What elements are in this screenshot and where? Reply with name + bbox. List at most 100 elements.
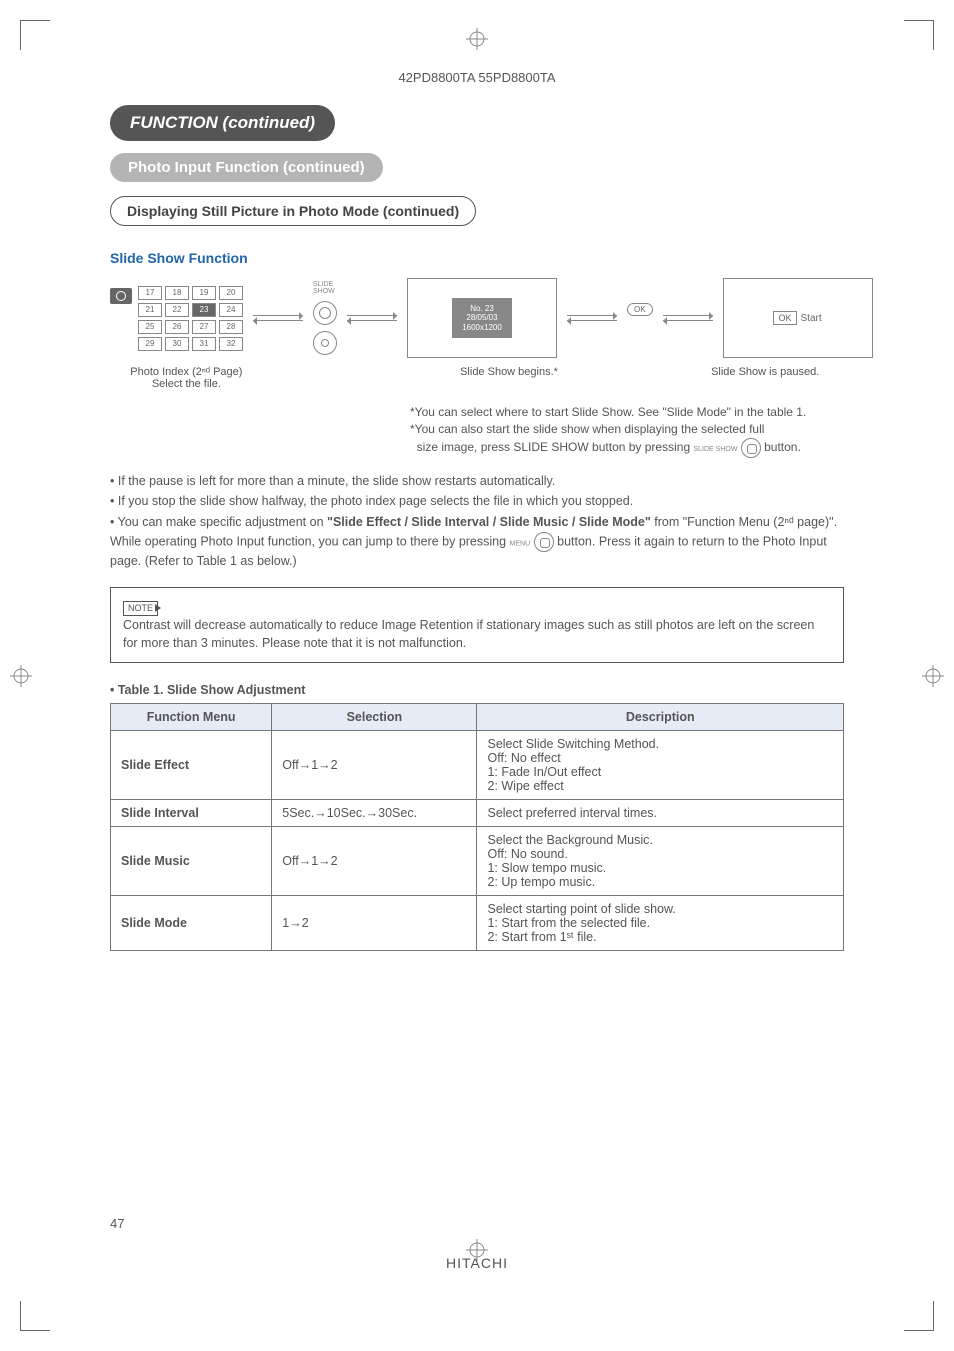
content-area: FUNCTION (continued) Photo Input Functio… [55,85,899,951]
arrow-right-icon [347,315,397,316]
thumb: 26 [165,320,189,334]
arrow-right-icon [663,315,713,316]
slide-show-button-label: SLIDE SHOW [313,281,337,295]
arrow-pair [253,315,303,321]
arrow-left-icon [663,320,713,321]
side-notes: *You can select where to start Slide Sho… [410,404,844,458]
arrow-pair [567,315,617,321]
ok-button-icon: OK [627,303,653,316]
thumb: 25 [138,320,162,334]
cropmark-tl [20,20,50,50]
bullet-3: • You can make specific adjustment on "S… [110,513,844,571]
side-note-3: size image, press SLIDE SHOW button by p… [410,438,844,458]
note-text: Contrast will decrease automatically to … [123,618,814,650]
thumb: 22 [165,303,189,317]
ok-start-button: OK [773,311,796,325]
cell-sel: 1→2 [272,895,477,950]
back-button-icon [313,331,337,355]
thumb: 31 [192,337,216,351]
paused-caption: Slide Show is paused. [686,366,844,390]
table-body: Slide Effect Off→1→2 Select Slide Switch… [111,730,844,950]
slide-info-res: 1600x1200 [456,323,508,333]
pause-screen: OK Start [723,278,873,358]
section-photo-title: Photo Input Function (continued) [110,153,383,182]
thumb: 20 [219,286,243,300]
page-number: 47 [110,1216,124,1231]
cell-desc: Select preferred interval times. [477,799,844,826]
slide-screen: No. 23 28/05/03 1600x1200 [407,278,557,358]
photo-index-caption-1: Photo Index (2ⁿᵈ Page) [110,366,263,378]
cell-fn: Slide Mode [111,895,272,950]
note-box: NOTE Contrast will decrease automaticall… [110,587,844,663]
cell-fn: Slide Interval [111,799,272,826]
side-note-2: *You can also start the slide show when … [410,421,844,438]
section-function-title: FUNCTION (continued) [110,105,335,141]
adjustment-table: Function Menu Selection Description Slid… [110,703,844,951]
remote-buttons: SLIDE SHOW [313,281,337,355]
th-description: Description [477,703,844,730]
cell-fn: Slide Effect [111,730,272,799]
arrow-left-icon [347,320,397,321]
brand-footer: HITACHI [446,1255,508,1271]
thumbnail-grid: 17 18 19 20 21 22 23 24 25 26 27 28 29 3… [138,286,243,351]
photo-index-block: 17 18 19 20 21 22 23 24 25 26 27 28 29 3… [110,286,243,351]
cropmark-bl [20,1301,50,1331]
arrow-right-icon [567,315,617,316]
thumb: 18 [165,286,189,300]
cropmark-tr [904,20,934,50]
slide-show-button-icon [313,301,337,325]
thumb-selected: 23 [192,303,216,317]
cell-desc: Select Slide Switching Method. Off: No e… [477,730,844,799]
cell-fn: Slide Music [111,826,272,895]
registration-mark-left [10,665,32,687]
note-tag: NOTE [123,601,158,616]
photo-index-caption-2: Select the file. [110,378,263,390]
slide-paused-block: OK Start [723,278,873,358]
table-header-row: Function Menu Selection Description [111,703,844,730]
thumb: 27 [192,320,216,334]
camera-icon [110,288,132,304]
thumb: 28 [219,320,243,334]
thumb: 21 [138,303,162,317]
bullet-1: • If the pause is left for more than a m… [110,472,844,491]
slide-info-date: 28/05/03 [456,313,508,323]
slide-show-function-heading: Slide Show Function [110,250,844,266]
arrow-left-icon [253,320,303,321]
cell-sel: Off→1→2 [272,730,477,799]
flow-diagram: 17 18 19 20 21 22 23 24 25 26 27 28 29 3… [110,278,844,358]
page: 42PD8800TA 55PD8800TA FUNCTION (continue… [0,0,954,1351]
arrow-left-icon [567,320,617,321]
table-row: Slide Interval 5Sec.→10Sec.→30Sec. Selec… [111,799,844,826]
th-selection: Selection [272,703,477,730]
table-row: Slide Effect Off→1→2 Select Slide Switch… [111,730,844,799]
menu-button-inline-icon [534,532,554,552]
thumb: 29 [138,337,162,351]
bullet-list: • If the pause is left for more than a m… [110,472,844,571]
slide-show-button-inline-icon [741,438,761,458]
arrow-pair [347,315,397,321]
start-text: Start [801,313,822,324]
cell-desc: Select starting point of slide show. 1: … [477,895,844,950]
slide-info-overlay: No. 23 28/05/03 1600x1200 [452,298,512,339]
th-function-menu: Function Menu [111,703,272,730]
table-row: Slide Mode 1→2 Select starting point of … [111,895,844,950]
begins-caption: Slide Show begins.* [430,366,588,390]
cell-desc: Select the Background Music. Off: No sou… [477,826,844,895]
slide-begins-block: No. 23 28/05/03 1600x1200 [407,278,557,358]
cropmark-br [904,1301,934,1331]
flow-captions: Photo Index (2ⁿᵈ Page) Select the file. … [110,366,844,390]
thumb: 32 [219,337,243,351]
registration-mark-right [922,665,944,687]
thumb: 24 [219,303,243,317]
cell-sel: 5Sec.→10Sec.→30Sec. [272,799,477,826]
arrow-pair [663,315,713,321]
arrow-right-icon [253,315,303,316]
cell-sel: Off→1→2 [272,826,477,895]
table-row: Slide Music Off→1→2 Select the Backgroun… [111,826,844,895]
thumb: 30 [165,337,189,351]
section-displaying-title: Displaying Still Picture in Photo Mode (… [110,196,476,226]
table-title: • Table 1. Slide Show Adjustment [110,683,844,697]
registration-mark-top [466,28,488,50]
thumb: 19 [192,286,216,300]
side-note-1: *You can select where to start Slide Sho… [410,404,844,421]
